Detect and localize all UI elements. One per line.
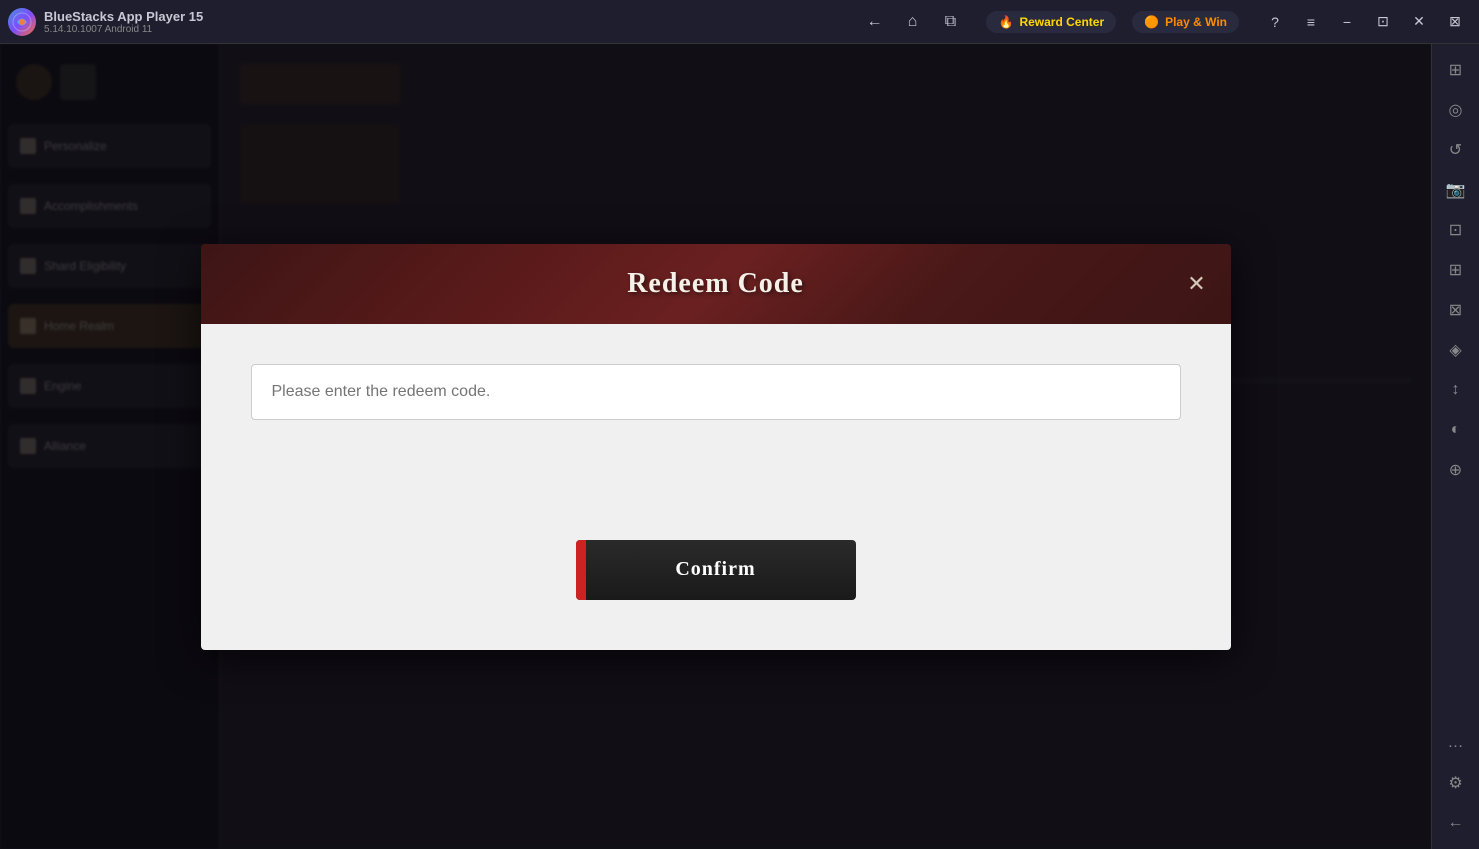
sidebar-btn-4[interactable]: ⊡ (1438, 212, 1474, 248)
modal-overlay: Redeem Code ✕ Confirm (0, 44, 1431, 849)
tabs-button[interactable]: ⧉ (934, 6, 966, 38)
confirm-button-accent (576, 540, 586, 600)
redeem-code-modal: Redeem Code ✕ Confirm (201, 244, 1231, 650)
confirm-button[interactable]: Confirm (576, 540, 856, 600)
sidebar-btn-back[interactable]: ← (1438, 805, 1474, 841)
reward-center-button[interactable]: 🔥 Reward Center (986, 11, 1116, 33)
app-logo (8, 8, 36, 36)
help-button[interactable]: ? (1259, 6, 1291, 38)
modal-header: Redeem Code ✕ (201, 244, 1231, 324)
restore-button[interactable]: ⊡ (1367, 6, 1399, 38)
menu-button[interactable]: ≡ (1295, 6, 1327, 38)
sidebar-btn-6[interactable]: ⊠ (1438, 292, 1474, 328)
sidebar-btn-more[interactable]: … (1438, 725, 1474, 761)
window-controls: ? ≡ − ⊡ ✕ ⊠ (1259, 6, 1471, 38)
modal-title: Redeem Code (627, 268, 804, 300)
back-button[interactable]: ← (858, 6, 890, 38)
sidebar-btn-1[interactable]: ◎ (1438, 92, 1474, 128)
app-version: 5.14.10.1007 Android 11 (44, 24, 203, 35)
titlebar: BlueStacks App Player 15 5.14.10.1007 An… (0, 0, 1479, 44)
sidebar-btn-5[interactable]: ⊞ (1438, 252, 1474, 288)
play-win-button[interactable]: 🟠 Play & Win (1132, 11, 1239, 33)
sidebar-btn-settings[interactable]: ⚙ (1438, 765, 1474, 801)
sidebar-btn-3[interactable]: 📷 (1438, 172, 1474, 208)
right-sidebar: ⊞ ◎ ↺ 📷 ⊡ ⊞ ⊠ ◈ ↕ ◐ ⊕ … ⚙ ← (1431, 44, 1479, 849)
modal-body: Confirm (201, 324, 1231, 650)
home-button[interactable]: ⌂ (896, 6, 928, 38)
center-buttons: 🔥 Reward Center 🟠 Play & Win (986, 11, 1239, 33)
play-win-label: Play & Win (1165, 15, 1227, 29)
modal-close-button[interactable]: ✕ (1179, 266, 1215, 302)
close-button[interactable]: ✕ (1403, 6, 1435, 38)
nav-buttons: ← ⌂ ⧉ (858, 6, 966, 38)
sidebar-btn-7[interactable]: ◈ (1438, 332, 1474, 368)
app-name: BlueStacks App Player 15 (44, 9, 203, 24)
sidebar-btn-2[interactable]: ↺ (1438, 132, 1474, 168)
minimize-button[interactable]: − (1331, 6, 1363, 38)
sidebar-btn-8[interactable]: ↕ (1438, 372, 1474, 408)
reward-center-label: Reward Center (1019, 15, 1104, 29)
sidebar-btn-9[interactable]: ◐ (1438, 412, 1474, 448)
snap-button[interactable]: ⊠ (1439, 6, 1471, 38)
confirm-button-label: Confirm (675, 558, 755, 581)
sidebar-btn-0[interactable]: ⊞ (1438, 52, 1474, 88)
main-content: Personalize Accomplishments Shard Eligib… (0, 44, 1479, 849)
redeem-code-input[interactable] (251, 364, 1181, 420)
app-info: BlueStacks App Player 15 5.14.10.1007 An… (44, 9, 203, 35)
sidebar-btn-10[interactable]: ⊕ (1438, 452, 1474, 488)
coin-icon: 🟠 (1144, 15, 1159, 29)
game-background: Personalize Accomplishments Shard Eligib… (0, 44, 1431, 849)
flame-icon: 🔥 (998, 15, 1013, 29)
